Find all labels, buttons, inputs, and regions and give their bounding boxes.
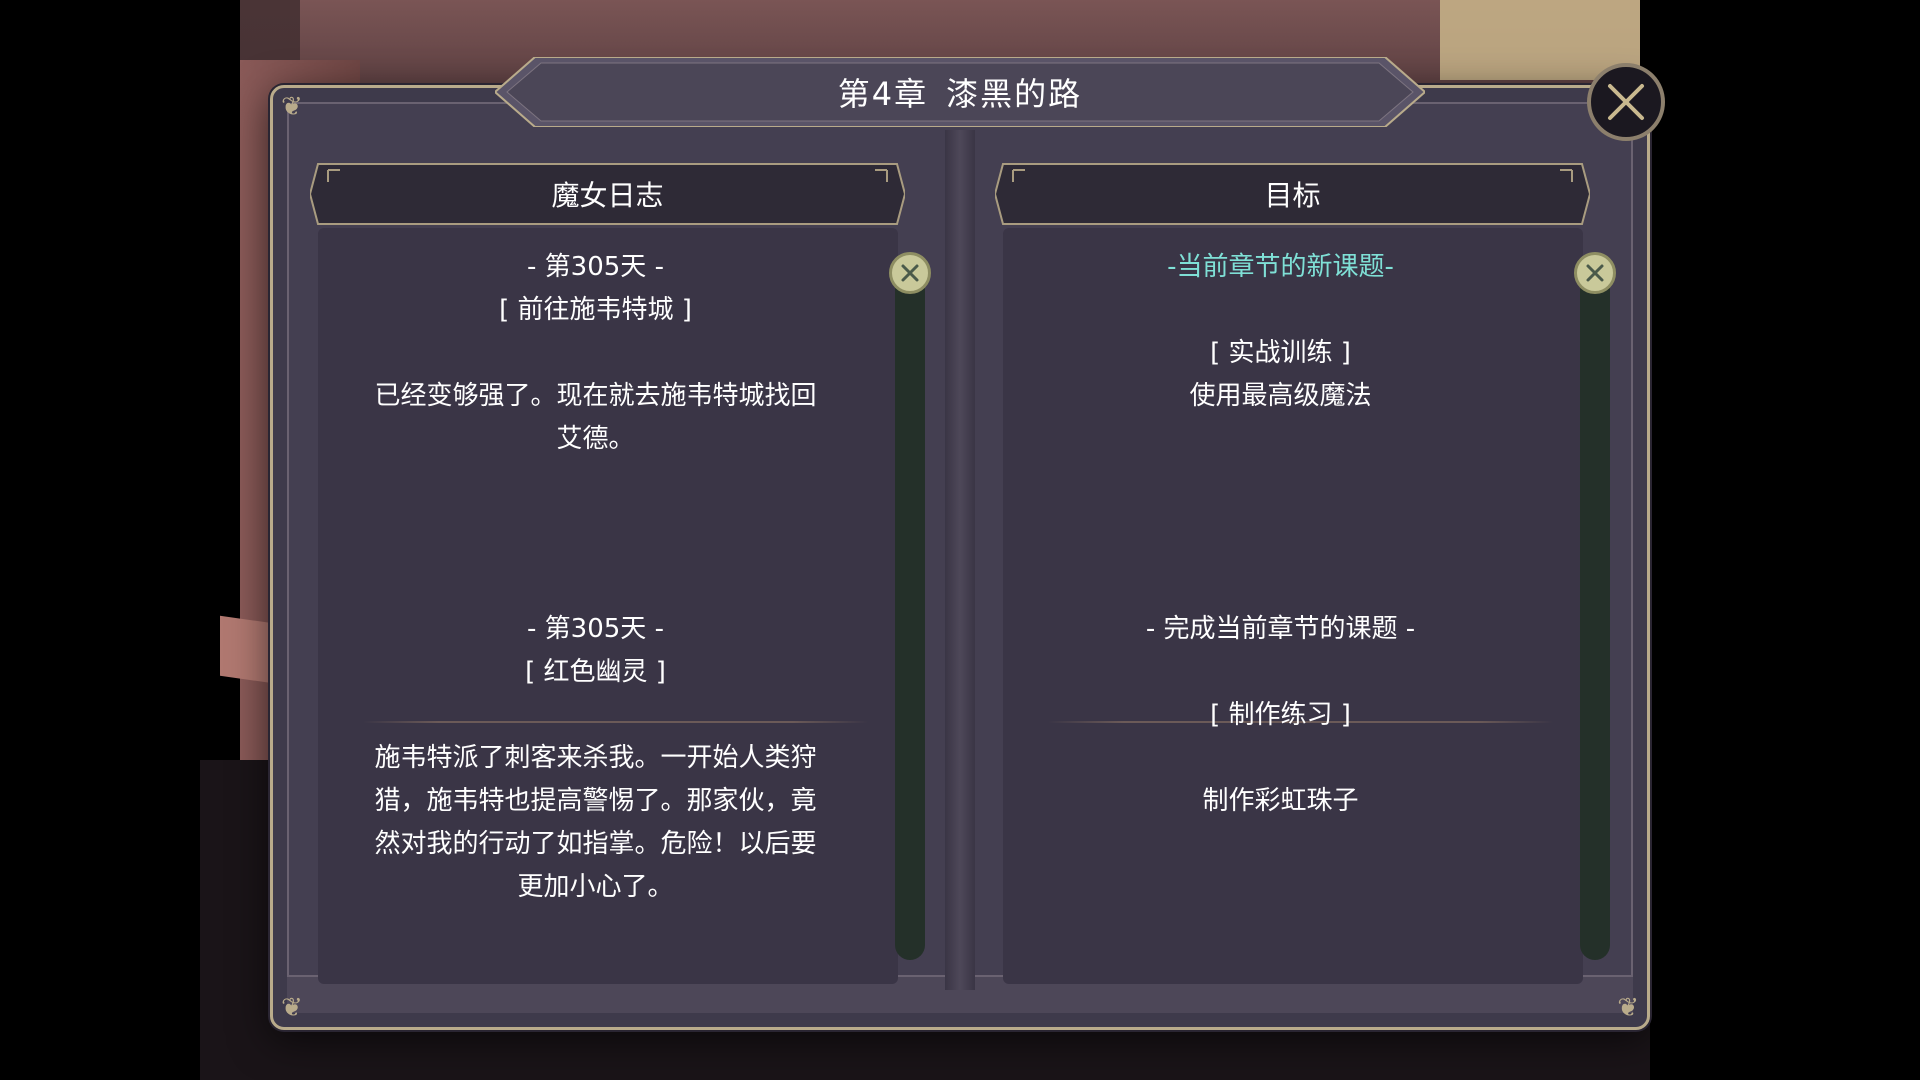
- objective-heading: - 完成当前章节的课题 -: [1145, 614, 1416, 644]
- entry-body-line: 猎，施韦特也提高警惕了。那家伙，竟: [374, 786, 817, 816]
- scroll-handle-icon: [1586, 264, 1604, 282]
- entry-body-line: 然对我的行动了如指掌。危险！以后要: [374, 829, 817, 859]
- chapter-title-banner: 第4章 漆黑的路: [495, 57, 1425, 127]
- close-button[interactable]: [1587, 63, 1665, 141]
- scrollbar[interactable]: [1574, 252, 1616, 960]
- objective-entry: - 完成当前章节的课题 - [ 制作练习 ] 制作彩虹珠子: [1033, 608, 1528, 823]
- entry-day: - 第305天 -: [527, 252, 664, 282]
- corner-ornament-icon: ❦: [1617, 993, 1639, 1023]
- objective-task: [ 实战训练 ]: [1210, 338, 1351, 368]
- objectives-scroll-area[interactable]: -当前章节的新课题- [ 实战训练 ] 使用最高级魔法 - 完成当前章节的课题 …: [1003, 228, 1583, 984]
- corner-ornament-icon: ❦: [281, 993, 303, 1023]
- entry-subtitle: [ 红色幽灵 ]: [525, 657, 666, 687]
- objectives-panel: 目标 -当前章节的新课题- [ 实战训练 ] 使用最高级魔法 - 完成当前章节的…: [985, 150, 1616, 990]
- journal-entry: - 第305天 - [ 前往施韦特城 ] 已经变够强了。现在就去施韦特城找回 艾…: [348, 246, 843, 461]
- scroll-handle-icon: [901, 264, 919, 282]
- witch-journal-panel: 魔女日志 - 第305天 - [ 前往施韦特城 ] 已经变够强了。现在就去施韦特…: [300, 150, 931, 990]
- panel-title: 目标: [1264, 179, 1321, 212]
- scrollbar[interactable]: [889, 252, 931, 960]
- journal-entry: - 第305天 - [ 红色幽灵 ] 施韦特派了刺客来杀我。一开始人类狩 猎，施…: [348, 608, 843, 909]
- panel-header: 魔女日志: [310, 160, 905, 228]
- entry-body-line: 已经变够强了。现在就去施韦特城找回: [374, 381, 817, 411]
- entry-subtitle: [ 前往施韦特城 ]: [499, 295, 692, 325]
- objective-task: [ 制作练习 ]: [1210, 700, 1351, 730]
- chapter-title: 第4章 漆黑的路: [495, 57, 1425, 127]
- chapter-number: 第4章: [837, 75, 929, 113]
- journal-scroll-area[interactable]: - 第305天 - [ 前往施韦特城 ] 已经变够强了。现在就去施韦特城找回 艾…: [318, 228, 898, 984]
- book-spine: [945, 130, 975, 990]
- objective-description: 制作彩虹珠子: [1202, 786, 1359, 816]
- scroll-handle[interactable]: [889, 252, 931, 294]
- panel-title: 魔女日志: [551, 179, 664, 212]
- entry-body-line: 更加小心了。: [517, 872, 674, 902]
- game-scene: ❦ ❦ ❦ 第4章 漆黑的路 魔女日志 - 第305天 - [前往施韦特城]…: [0, 0, 1920, 1080]
- objective-heading: -当前章节的新课题-: [1167, 252, 1394, 282]
- panel-header: 目标: [995, 160, 1590, 228]
- scroll-handle[interactable]: [1574, 252, 1616, 294]
- entry-body-line: 艾德。: [556, 424, 635, 454]
- objective-entry: -当前章节的新课题- [ 实战训练 ] 使用最高级魔法: [1033, 246, 1528, 418]
- entry-day: - 第305天 -: [527, 614, 664, 644]
- entry-body-line: 施韦特派了刺客来杀我。一开始人类狩: [374, 743, 817, 773]
- close-icon: [1608, 84, 1644, 120]
- chapter-name: 漆黑的路: [946, 75, 1083, 113]
- corner-ornament-icon: ❦: [281, 92, 303, 122]
- objective-description: 使用最高级魔法: [1189, 381, 1372, 411]
